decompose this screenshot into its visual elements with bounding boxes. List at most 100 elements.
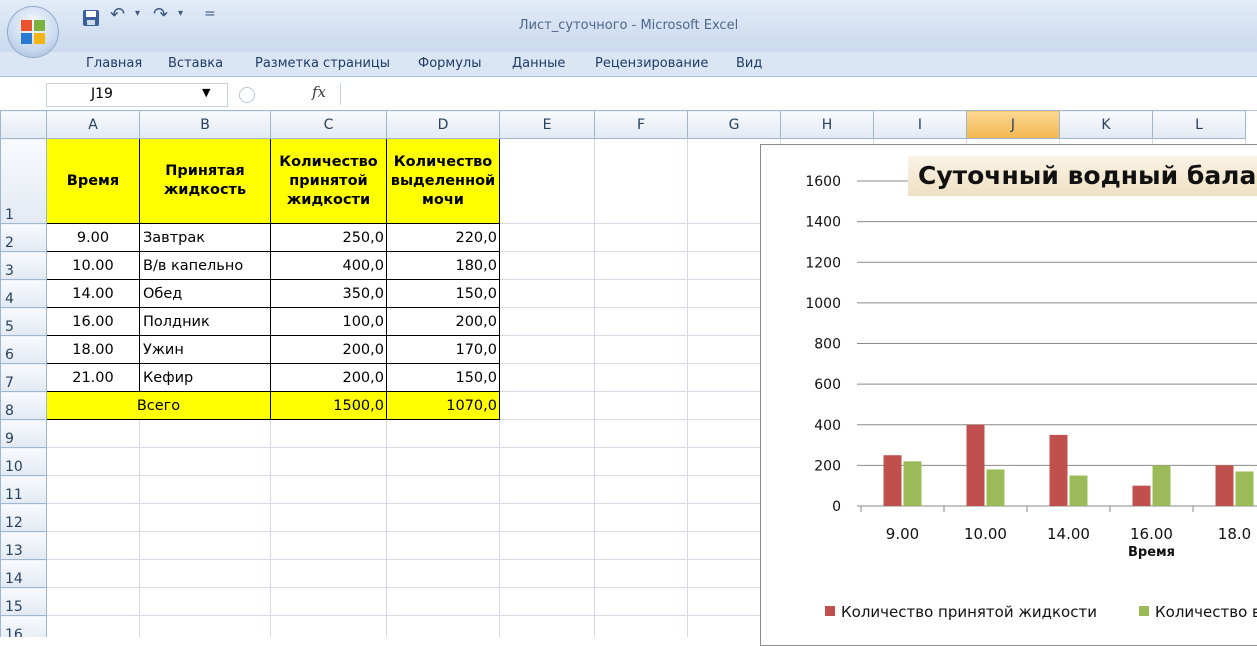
chevron-down-icon[interactable]: ▼ [202, 86, 210, 99]
row-header-14[interactable]: 14 [0, 559, 47, 588]
cell[interactable] [499, 138, 595, 224]
tab-insert[interactable]: Вставка [168, 56, 223, 71]
cell-c1[interactable]: Количество принятой жидкости [270, 138, 387, 224]
cell[interactable] [139, 419, 271, 448]
office-button[interactable] [8, 7, 58, 57]
cell-a5[interactable]: 16.00 [46, 307, 140, 336]
column-header-c[interactable]: C [270, 110, 387, 139]
row-header-6[interactable]: 6 [0, 335, 47, 364]
chart-area[interactable]: 0 200 400 600 800 1000 1200 1400 1600 9.00 10.00 14… [760, 144, 1257, 646]
cell[interactable] [139, 503, 271, 532]
tab-view[interactable]: Вид [736, 56, 762, 71]
column-header-a[interactable]: A [46, 110, 140, 139]
insert-function-icon[interactable]: fx [312, 83, 326, 101]
chart-title[interactable]: Суточный водный бала [908, 156, 1257, 196]
cell-c3[interactable]: 400,0 [270, 251, 387, 280]
cell[interactable] [499, 307, 595, 336]
row-header-3[interactable]: 3 [0, 251, 47, 280]
column-header-j[interactable]: J [966, 110, 1060, 139]
column-header-h[interactable]: H [780, 110, 874, 139]
row-header-4[interactable]: 4 [0, 279, 47, 308]
cell[interactable] [594, 307, 688, 336]
cell[interactable] [46, 587, 140, 616]
cell[interactable] [499, 391, 595, 420]
cell-a2[interactable]: 9.00 [46, 223, 140, 252]
tab-page-layout[interactable]: Разметка страницы [255, 56, 390, 71]
cell[interactable] [270, 559, 387, 588]
cell[interactable] [386, 531, 500, 560]
row-header-16[interactable]: 16 [0, 615, 47, 637]
cell[interactable] [270, 615, 387, 637]
cell[interactable] [594, 447, 688, 476]
cell[interactable] [139, 559, 271, 588]
cell[interactable] [270, 447, 387, 476]
cell[interactable] [594, 279, 688, 308]
row-header-12[interactable]: 12 [0, 503, 47, 532]
cell[interactable] [270, 475, 387, 504]
cell[interactable] [499, 503, 595, 532]
row-header-15[interactable]: 15 [0, 587, 47, 616]
row-header-7[interactable]: 7 [0, 363, 47, 392]
cell[interactable] [499, 251, 595, 280]
cell[interactable] [46, 615, 140, 637]
cell[interactable] [270, 531, 387, 560]
cell[interactable] [270, 503, 387, 532]
cell-b7[interactable]: Кефир [139, 363, 271, 392]
cell-d5[interactable]: 200,0 [386, 307, 500, 336]
cell[interactable] [386, 419, 500, 448]
cell[interactable] [499, 531, 595, 560]
tab-review[interactable]: Рецензирование [595, 56, 708, 71]
cell[interactable] [499, 587, 595, 616]
cell[interactable] [594, 531, 688, 560]
cell-a3[interactable]: 10.00 [46, 251, 140, 280]
name-box-resize-handle[interactable] [239, 87, 255, 103]
column-header-f[interactable]: F [594, 110, 688, 139]
cell[interactable] [594, 223, 688, 252]
cell[interactable] [499, 335, 595, 364]
cell[interactable] [499, 559, 595, 588]
column-header-b[interactable]: B [139, 110, 271, 139]
cell-b5[interactable]: Полдник [139, 307, 271, 336]
cell[interactable] [386, 559, 500, 588]
cell-b2[interactable]: Завтрак [139, 223, 271, 252]
cell[interactable] [594, 475, 688, 504]
cell-d6[interactable]: 170,0 [386, 335, 500, 364]
cell-a6[interactable]: 18.00 [46, 335, 140, 364]
cell[interactable] [499, 419, 595, 448]
cell[interactable] [46, 559, 140, 588]
column-header-l[interactable]: L [1152, 110, 1246, 139]
cell-d2[interactable]: 220,0 [386, 223, 500, 252]
cell[interactable] [499, 279, 595, 308]
cell[interactable] [594, 335, 688, 364]
row-header-10[interactable]: 10 [0, 447, 47, 476]
row-header-13[interactable]: 13 [0, 531, 47, 560]
formula-input[interactable] [346, 84, 1246, 104]
cell[interactable] [139, 447, 271, 476]
cell[interactable] [46, 531, 140, 560]
cell[interactable] [594, 138, 688, 224]
column-header-k[interactable]: K [1059, 110, 1153, 139]
tab-formulas[interactable]: Формулы [418, 56, 481, 71]
cell[interactable] [499, 223, 595, 252]
cell-a1[interactable]: Время [46, 138, 140, 224]
cell[interactable] [386, 503, 500, 532]
cell[interactable] [46, 419, 140, 448]
cell-a7[interactable]: 21.00 [46, 363, 140, 392]
row-header-11[interactable]: 11 [0, 475, 47, 504]
row-header-2[interactable]: 2 [0, 223, 47, 252]
cell[interactable] [594, 559, 688, 588]
cell-d1[interactable]: Количество выделенной мочи [386, 138, 500, 224]
row-header-9[interactable]: 9 [0, 419, 47, 448]
cell-b3[interactable]: В/в капельно [139, 251, 271, 280]
cell[interactable] [499, 447, 595, 476]
cell-c7[interactable]: 200,0 [270, 363, 387, 392]
cell-d7[interactable]: 150,0 [386, 363, 500, 392]
tab-data[interactable]: Данные [512, 56, 565, 71]
cell-a4[interactable]: 14.00 [46, 279, 140, 308]
cell[interactable] [46, 447, 140, 476]
cell[interactable] [139, 531, 271, 560]
cell-d4[interactable]: 150,0 [386, 279, 500, 308]
cell[interactable] [270, 419, 387, 448]
tab-home[interactable]: Главная [86, 56, 142, 71]
cell-b4[interactable]: Обед [139, 279, 271, 308]
